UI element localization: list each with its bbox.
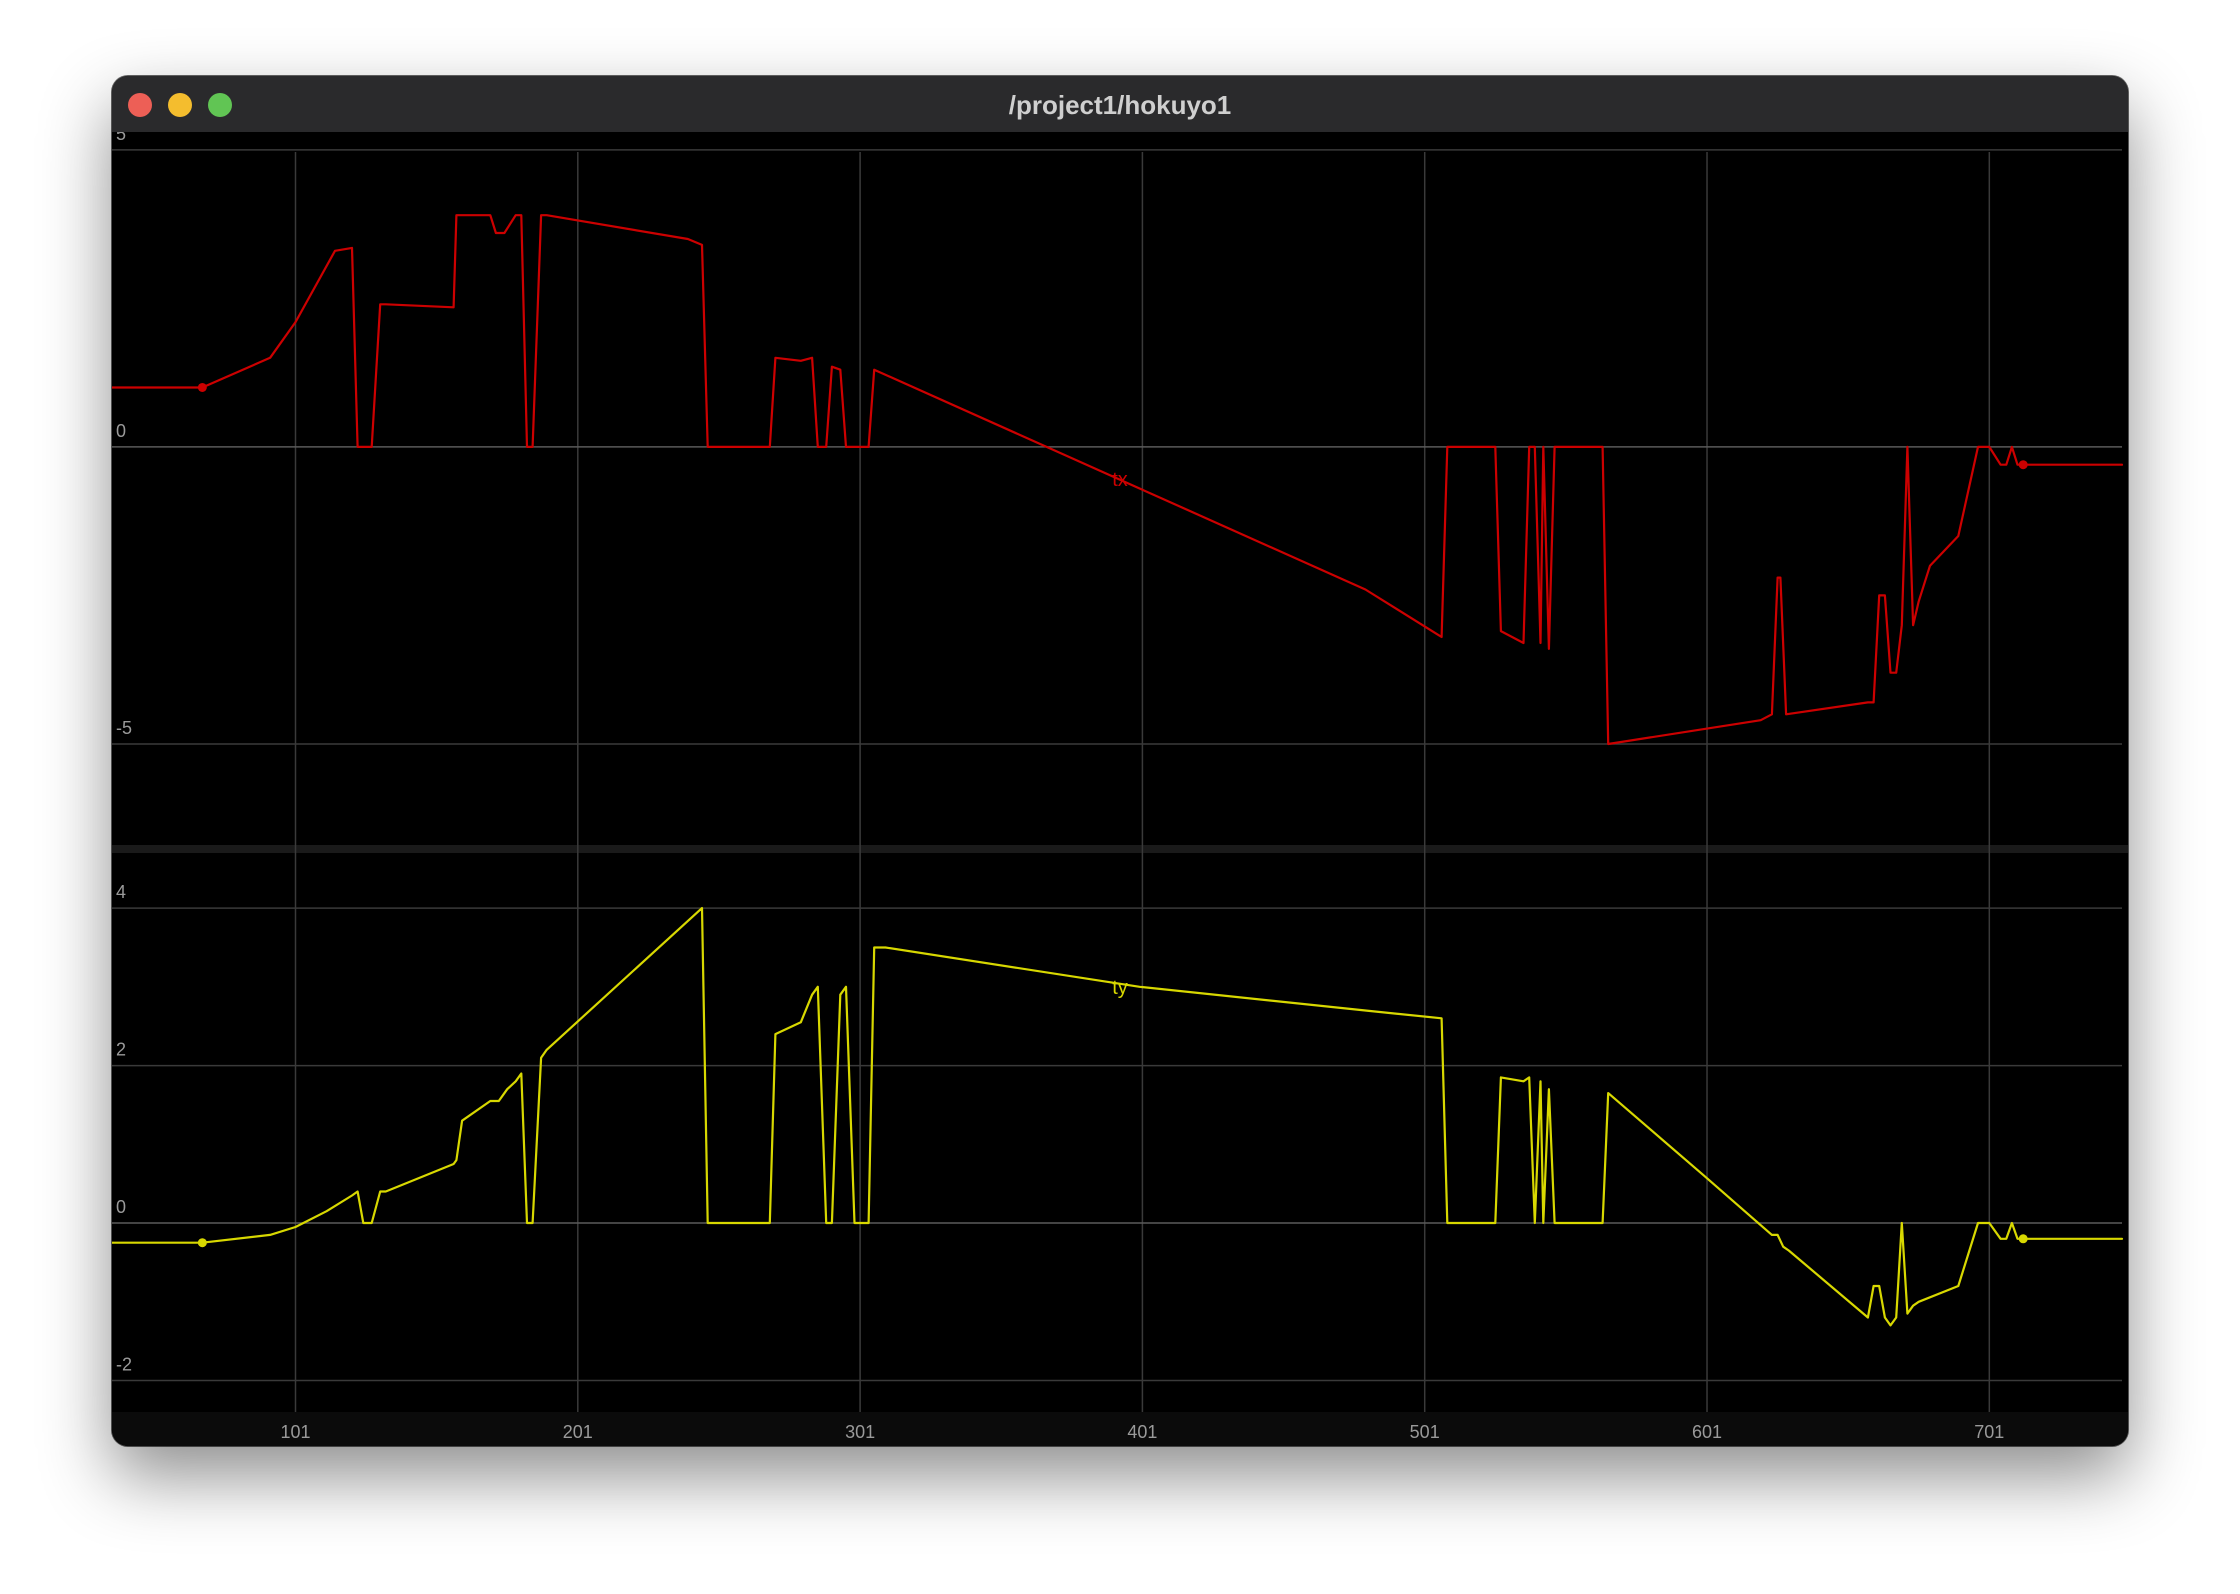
y-tick-label: 2: [116, 1040, 126, 1060]
y-tick-label: 0: [116, 1197, 126, 1217]
y-tick-label: -2: [116, 1355, 132, 1375]
x-tick-label: 501: [1410, 1422, 1440, 1442]
keyframe-marker: [197, 382, 207, 392]
pane-divider[interactable]: [112, 845, 2128, 853]
title-bar[interactable]: /project1/hokuyo1: [112, 76, 2128, 133]
keyframe-marker: [2018, 460, 2028, 470]
x-tick-label: 301: [845, 1422, 875, 1442]
x-tick-label: 601: [1692, 1422, 1722, 1442]
graph-window: /project1/hokuyo1 5 0 -5 4 2 0 -2 101 201 301 401…: [112, 76, 2128, 1446]
series-label-ty: ty: [1112, 977, 1128, 999]
x-tick-label: 401: [1127, 1422, 1157, 1442]
plot-background: [112, 132, 2128, 1446]
y-tick-label: 0: [116, 421, 126, 441]
x-tick-label: 101: [280, 1422, 310, 1442]
y-tick-label: 5: [116, 132, 126, 144]
x-tick-label: 201: [563, 1422, 593, 1442]
time-ruler[interactable]: [112, 1412, 2128, 1446]
channel-graph[interactable]: 5 0 -5 4 2 0 -2 101 201 301 401 501 601 701 tx ty: [112, 132, 2128, 1446]
window-title: /project1/hokuyo1: [1008, 90, 1232, 120]
x-tick-label: 701: [1974, 1422, 2004, 1442]
keyframe-marker: [2018, 1234, 2028, 1244]
y-tick-label: -5: [116, 718, 132, 738]
y-tick-label: 4: [116, 882, 126, 902]
keyframe-marker: [197, 1238, 207, 1248]
series-label-tx: tx: [1112, 469, 1128, 491]
